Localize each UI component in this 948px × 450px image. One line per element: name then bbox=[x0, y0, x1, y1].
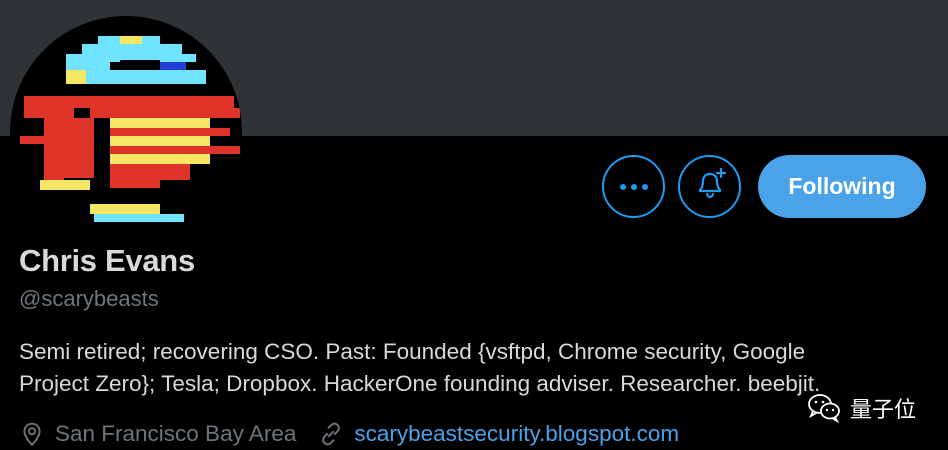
website-link[interactable]: scarybeastsecurity.blogspot.com bbox=[354, 421, 679, 447]
bio-line: Project Zero}; Tesla; Dropbox. HackerOne… bbox=[19, 371, 821, 396]
following-button[interactable]: Following bbox=[758, 155, 926, 218]
website-item[interactable]: scarybeastsecurity.blogspot.com bbox=[318, 421, 679, 447]
profile-bio: Semi retired; recovering CSO. Past: Foun… bbox=[19, 336, 934, 400]
notification-bell-plus-icon bbox=[692, 166, 728, 207]
location-text: San Francisco Bay Area bbox=[55, 421, 297, 446]
pixel-art-avatar-image bbox=[20, 36, 240, 222]
watermark: 量子位 bbox=[806, 392, 916, 424]
profile-handle: @scarybeasts bbox=[19, 286, 159, 311]
profile-name: Chris Evans bbox=[19, 243, 195, 278]
profile-meta: San Francisco Bay Area scarybeastsecurit… bbox=[19, 419, 679, 449]
wechat-icon bbox=[806, 392, 842, 424]
notify-button[interactable] bbox=[678, 155, 741, 218]
bio-line: Semi retired; recovering CSO. Past: Foun… bbox=[19, 339, 806, 364]
more-options-button[interactable] bbox=[602, 155, 665, 218]
link-icon bbox=[318, 421, 344, 447]
following-label: Following bbox=[788, 173, 896, 199]
location-item: San Francisco Bay Area bbox=[19, 421, 296, 447]
more-horizontal-icon bbox=[619, 178, 649, 196]
watermark-text: 量子位 bbox=[850, 397, 917, 422]
profile-avatar[interactable] bbox=[10, 16, 242, 248]
location-pin-icon bbox=[19, 421, 45, 447]
